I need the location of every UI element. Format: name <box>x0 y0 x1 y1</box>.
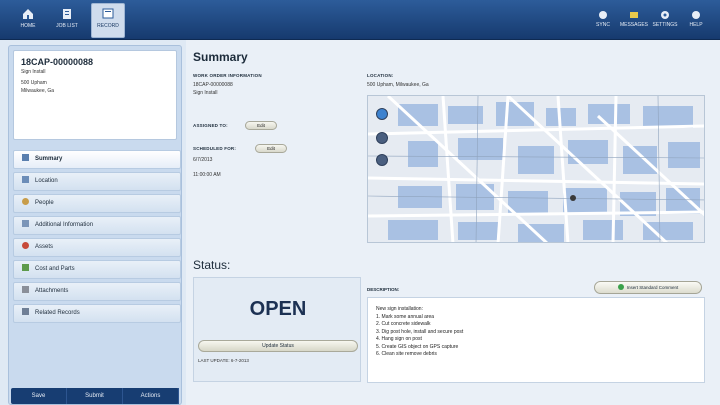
record-address-line1: 500 Upham <box>21 80 47 86</box>
sidebar-item-additional-information[interactable]: Additional Information <box>13 216 181 235</box>
record-id: 18CAP-00000088 <box>21 57 94 67</box>
location-value: 500 Upham, Milwaukee, Ga <box>367 82 429 88</box>
settings-button[interactable]: SETTINGS <box>650 4 680 36</box>
sync-icon <box>599 11 607 19</box>
map-streets <box>368 96 704 242</box>
description-line: 2. Cut concrete sidewalk <box>376 321 431 327</box>
work-order-label: WORK ORDER INFORMATION <box>193 73 262 78</box>
record-button[interactable]: RECORD <box>91 3 125 38</box>
job-list-icon <box>63 9 71 19</box>
messages-button[interactable]: MESSAGES <box>619 4 649 36</box>
sidebar-item-people[interactable]: People <box>13 194 181 213</box>
update-status-button[interactable]: Update Status <box>198 340 358 352</box>
work-order-type: Sign Install <box>193 90 218 96</box>
record-address-line2: Milwaukee, Ga <box>21 88 55 94</box>
map-zoom-out-button[interactable] <box>376 154 388 166</box>
status-value: OPEN <box>249 298 307 320</box>
sidebar-item-location[interactable]: Location <box>13 172 181 191</box>
home-button[interactable]: HOME <box>13 4 43 36</box>
sidebar-item-cost-and-parts[interactable]: Cost and Parts <box>13 260 181 279</box>
status-panel: OPEN Update Status LAST UPDATE: 6-7-2013 <box>193 277 361 382</box>
assigned-label: ASSIGNED TO: <box>193 123 228 128</box>
page-title: Summary <box>193 50 248 64</box>
sidebar: 18CAP-00000088 Sign Install 500 Upham Mi… <box>8 45 182 405</box>
sidebar-item-attachments[interactable]: Attachments <box>13 282 181 301</box>
settings-icon <box>661 11 669 19</box>
description-line: 6. Clean site remove debris <box>376 351 437 357</box>
submit-button[interactable]: Submit <box>67 388 123 404</box>
attachment-icon <box>22 286 29 293</box>
work-order-id: 18CAP-00000088 <box>193 82 233 88</box>
description-line: 5. Create GIS object on GPS capture <box>376 343 459 350</box>
scheduled-label: SCHEDULED FOR: <box>193 146 237 151</box>
messages-icon <box>630 12 638 18</box>
home-icon <box>23 9 33 19</box>
insert-standard-comment-button[interactable]: Insert Standard Comment <box>594 281 702 294</box>
location-icon <box>22 176 29 183</box>
assigned-edit-button[interactable]: Edit <box>245 121 277 130</box>
scheduled-date: 6/7/2013 <box>193 157 213 163</box>
map-pan-button[interactable] <box>376 132 388 144</box>
related-icon <box>22 308 29 315</box>
assets-icon <box>22 242 29 249</box>
description-line: 4. Hang sign on post <box>376 336 422 342</box>
last-update-text: LAST UPDATE: 6-7-2013 <box>198 358 249 363</box>
description-line: New sign installation: <box>376 306 423 312</box>
save-button[interactable]: Save <box>11 388 67 404</box>
sync-button[interactable]: SYNC <box>588 4 618 36</box>
help-button[interactable]: HELP <box>681 4 711 36</box>
sidebar-item-assets[interactable]: Assets <box>13 238 181 257</box>
scheduled-time: 11:00:00 AM <box>193 172 221 178</box>
people-icon <box>22 198 29 205</box>
description-textarea[interactable]: New sign installation: 1. Mark some annu… <box>367 297 705 383</box>
description-line: 1. Mark some annual area <box>376 313 435 320</box>
top-toolbar: HOME JOB LIST RECORD SYNC MESSAGES SETTI… <box>0 0 720 40</box>
summary-icon <box>22 154 29 161</box>
sidebar-item-summary[interactable]: Summary <box>13 150 181 169</box>
description-label: DESCRIPTION: <box>367 287 400 292</box>
location-map[interactable] <box>367 95 705 243</box>
record-type: Sign Install <box>21 69 46 75</box>
sidebar-item-related-records[interactable]: Related Records <box>13 304 181 323</box>
help-icon <box>692 11 700 19</box>
sidebar-nav: Summary Location People Additional Infor… <box>13 150 181 326</box>
record-card: 18CAP-00000088 Sign Install 500 Upham Mi… <box>13 50 177 140</box>
plus-icon <box>617 284 624 290</box>
info-icon <box>22 220 29 227</box>
record-icon <box>102 8 114 19</box>
action-bar: Save Submit Actions <box>11 388 179 404</box>
scheduled-edit-button[interactable]: Edit <box>255 144 287 153</box>
actions-menu-button[interactable]: Actions <box>123 388 179 404</box>
cost-icon <box>22 264 29 271</box>
job-list-button[interactable]: JOB LIST <box>52 4 82 36</box>
location-label: LOCATION: <box>367 73 394 78</box>
description-line: 3. Dig post hole, install and secure pos… <box>376 328 464 335</box>
status-title: Status: <box>193 258 231 272</box>
map-zoom-in-button[interactable] <box>376 108 388 120</box>
